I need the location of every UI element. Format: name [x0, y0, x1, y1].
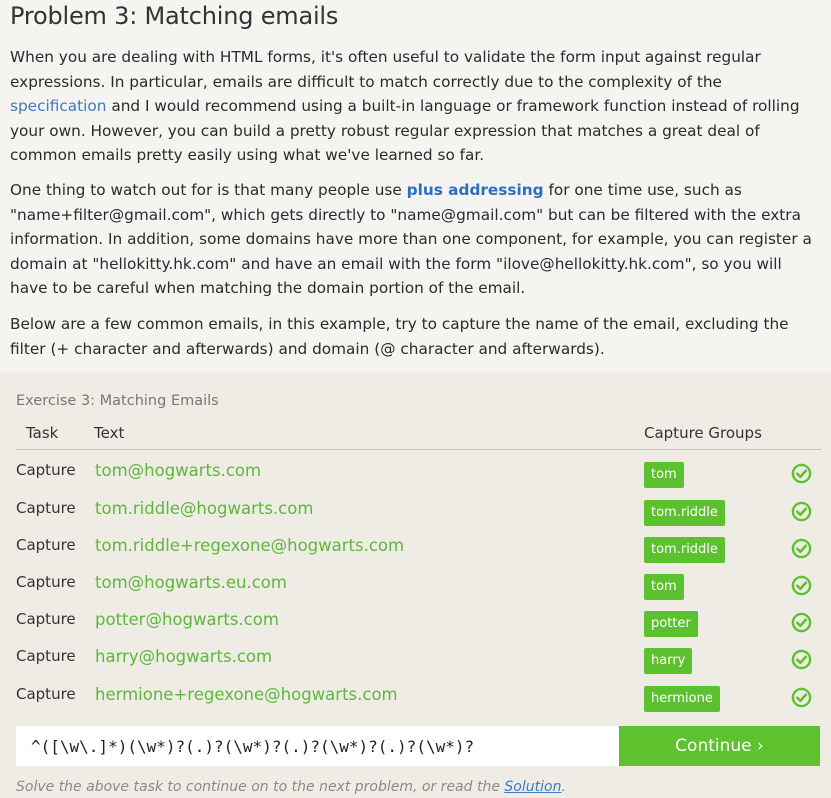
capture-group-badge: potter: [644, 611, 698, 637]
check-circle-icon: [791, 612, 812, 633]
intro-paragraph: When you are dealing with HTML forms, it…: [10, 45, 822, 168]
exercise-panel: Exercise 3: Matching Emails Task Text Ca…: [0, 373, 831, 798]
exercise-title: Exercise 3: Matching Emails: [16, 393, 219, 409]
check-circle-icon: [791, 463, 812, 484]
footer-text: Solve the above task to continue on to t…: [16, 779, 505, 795]
check-circle-icon: [791, 687, 812, 708]
row-task: Capture: [16, 536, 76, 554]
check-circle-icon: [791, 501, 812, 522]
plus-addressing-link[interactable]: plus addressing: [407, 181, 544, 199]
row-task: Capture: [16, 461, 76, 479]
specification-link[interactable]: specification: [10, 97, 106, 115]
check-circle-icon: [791, 649, 812, 670]
check-circle-icon: [791, 575, 812, 596]
plus-addressing-paragraph: One thing to watch out for is that many …: [10, 178, 822, 301]
row-text: tom@hogwarts.com: [95, 461, 262, 480]
plus-text-1: One thing to watch out for is that many …: [10, 181, 407, 199]
capture-group-badge: tom.riddle: [644, 537, 725, 563]
row-task: Capture: [16, 610, 76, 628]
row-text: hermione+regexone@hogwarts.com: [95, 685, 398, 704]
regex-input[interactable]: [16, 726, 619, 766]
capture-group-badge: tom: [644, 462, 684, 488]
check-circle-icon: [791, 538, 812, 559]
table-row: Capture hermione+regexone@hogwarts.com h…: [0, 685, 831, 722]
footer-note: Solve the above task to continue on to t…: [16, 779, 566, 795]
row-text: tom@hogwarts.eu.com: [95, 573, 287, 592]
row-task: Capture: [16, 685, 76, 703]
task-paragraph: Below are a few common emails, in this e…: [10, 315, 789, 358]
table-row: Capture potter@hogwarts.com potter: [0, 610, 831, 647]
row-task: Capture: [16, 499, 76, 517]
intro-text-1: When you are dealing with HTML forms, it…: [10, 48, 761, 91]
footer-period: .: [561, 779, 566, 795]
table-row: Capture tom.riddle@hogwarts.com tom.ridd…: [0, 499, 831, 536]
solution-link[interactable]: Solution: [504, 779, 561, 795]
column-header-capture-groups: Capture Groups: [644, 424, 762, 442]
row-text: tom.riddle+regexone@hogwarts.com: [95, 536, 405, 555]
row-task: Capture: [16, 647, 76, 665]
page-title: Problem 3: Matching emails: [10, 2, 339, 30]
continue-button[interactable]: Continue ›: [619, 726, 820, 766]
row-text: harry@hogwarts.com: [95, 647, 273, 666]
capture-group-badge: tom.riddle: [644, 500, 725, 526]
column-header-text: Text: [94, 424, 125, 442]
row-text: potter@hogwarts.com: [95, 610, 279, 629]
row-task: Capture: [16, 573, 76, 591]
capture-group-badge: harry: [644, 648, 693, 674]
table-row: Capture tom@hogwarts.eu.com tom: [0, 573, 831, 610]
table-row: Capture tom.riddle+regexone@hogwarts.com…: [0, 536, 831, 573]
table-row: Capture harry@hogwarts.com harry: [0, 647, 831, 684]
row-text: tom.riddle@hogwarts.com: [95, 499, 314, 518]
column-header-task: Task: [26, 424, 59, 442]
capture-group-badge: hermione: [644, 686, 720, 712]
intro-text-2: and I would recommend using a built-in l…: [10, 97, 800, 165]
table-row: Capture tom@hogwarts.com tom: [0, 461, 831, 498]
header-divider: [16, 449, 821, 450]
capture-group-badge: tom: [644, 574, 684, 600]
